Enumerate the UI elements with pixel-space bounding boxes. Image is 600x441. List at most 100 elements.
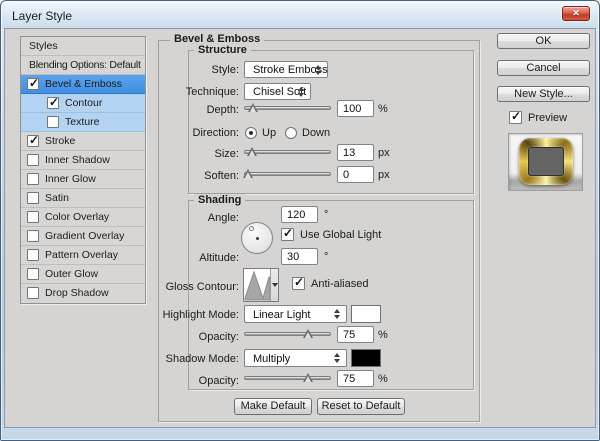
anti-aliased-checkbox[interactable]: ✓ (292, 275, 305, 290)
gloss-contour-label: Gloss Contour: (165, 281, 239, 293)
sidebar-item-gradient-overlay[interactable]: Gradient Overlay (21, 227, 145, 246)
use-global-light-label: Use Global Light (300, 229, 382, 241)
sidebar-item-blending-options[interactable]: Blending Options: Default (21, 56, 145, 75)
shadow-opacity-slider[interactable] (244, 371, 331, 385)
layer-style-dialog: Layer Style ✕ Styles Blending Options: D… (0, 0, 600, 441)
checkbox-pattern-overlay[interactable] (27, 249, 39, 261)
dial-angle-marker[interactable] (249, 226, 254, 231)
highlight-opacity-unit: % (378, 329, 388, 341)
checkbox-contour[interactable]: ✓ (47, 95, 59, 109)
close-icon: ✕ (572, 8, 580, 18)
slider-thumb[interactable] (248, 103, 258, 112)
checkbox-bevel-emboss[interactable]: ✓ (27, 76, 39, 90)
structure-title: Structure (194, 44, 251, 56)
sidebar-item-stroke[interactable]: ✓ Stroke (21, 132, 145, 151)
depth-slider[interactable] (244, 101, 331, 115)
shading-title: Shading (194, 194, 246, 206)
angle-unit: ° (324, 209, 329, 221)
slider-track[interactable] (244, 150, 331, 154)
angle-dial[interactable] (241, 222, 273, 254)
sidebar-item-bevel-emboss[interactable]: ✓ Bevel & Emboss (21, 75, 145, 94)
checkbox-satin[interactable] (27, 192, 39, 204)
altitude-label: Altitude: (199, 252, 239, 264)
style-dropdown[interactable]: Stroke Emboss (244, 61, 328, 78)
preview-gold-bevel (519, 138, 573, 185)
sidebar-item-inner-glow[interactable]: Inner Glow (21, 170, 145, 189)
soften-unit: px (378, 169, 390, 181)
sidebar-item-pattern-overlay[interactable]: Pattern Overlay (21, 246, 145, 265)
slider-thumb[interactable] (247, 147, 257, 156)
checkbox-texture[interactable] (47, 116, 59, 128)
gloss-contour-picker[interactable] (243, 268, 279, 302)
size-input[interactable] (337, 144, 374, 161)
slider-thumb[interactable] (303, 373, 313, 382)
styles-header[interactable]: Styles (21, 37, 145, 56)
direction-label: Direction: (192, 127, 239, 139)
checkbox-gradient-overlay[interactable] (27, 230, 39, 242)
style-preview-thumbnail (508, 133, 583, 191)
highlight-mode-label: Highlight Mode: (162, 309, 239, 321)
slider-thumb[interactable] (243, 169, 253, 178)
soften-label: Soften: (204, 170, 239, 182)
sidebar-item-outer-glow[interactable]: Outer Glow (21, 265, 145, 284)
combo-arrows-icon (334, 353, 341, 363)
preview-label: Preview (528, 112, 568, 124)
direction-down-label: Down (302, 127, 331, 139)
sidebar-item-contour[interactable]: ✓ Contour (21, 94, 145, 113)
highlight-mode-dropdown[interactable]: Linear Light (244, 305, 347, 323)
make-default-button[interactable]: Make Default (234, 398, 312, 415)
checkbox-stroke[interactable]: ✓ (27, 133, 39, 147)
angle-input[interactable] (281, 206, 318, 223)
soften-input[interactable] (337, 166, 374, 183)
contour-thumbnail-icon (244, 269, 271, 301)
slider-track[interactable] (244, 172, 331, 176)
sidebar-item-color-overlay[interactable]: Color Overlay (21, 208, 145, 227)
contour-dropdown-arrow-icon[interactable] (270, 269, 278, 301)
shadow-color-swatch[interactable] (351, 349, 381, 367)
combo-arrows-icon (315, 64, 322, 75)
use-global-light-checkbox[interactable]: ✓ (281, 226, 294, 241)
altitude-input[interactable] (281, 248, 318, 265)
checkbox-color-overlay[interactable] (27, 211, 39, 223)
technique-dropdown[interactable]: Chisel Soft (244, 83, 311, 100)
size-slider[interactable] (244, 145, 331, 159)
sidebar-item-inner-shadow[interactable]: Inner Shadow (21, 151, 145, 170)
angle-label: Angle: (207, 212, 239, 224)
checkbox-drop-shadow[interactable] (27, 287, 39, 299)
close-button[interactable]: ✕ (562, 6, 590, 21)
anti-aliased-label: Anti-aliased (311, 278, 369, 290)
highlight-opacity-label: Opacity: (198, 331, 239, 343)
styles-list: Styles Blending Options: Default ✓ Bevel… (20, 36, 146, 304)
sidebar-item-satin[interactable]: Satin (21, 189, 145, 208)
combo-arrows-icon (298, 86, 305, 97)
shadow-mode-dropdown[interactable]: Multiply (244, 349, 347, 367)
cancel-button[interactable]: Cancel (497, 60, 590, 76)
checkbox-outer-glow[interactable] (27, 268, 39, 280)
slider-thumb[interactable] (303, 329, 313, 338)
slider-track[interactable] (244, 376, 331, 380)
window-title: Layer Style (12, 9, 73, 23)
highlight-opacity-slider[interactable] (244, 327, 331, 341)
depth-unit: % (378, 103, 388, 115)
highlight-color-swatch[interactable] (351, 305, 381, 323)
reset-to-default-button[interactable]: Reset to Default (317, 398, 405, 415)
size-unit: px (378, 147, 390, 159)
shadow-mode-label: Shadow Mode: (165, 353, 239, 365)
technique-label: Technique: (185, 86, 239, 98)
ok-button[interactable]: OK (497, 33, 590, 49)
depth-input[interactable] (337, 100, 374, 117)
highlight-opacity-input[interactable] (337, 326, 374, 343)
direction-down-radio[interactable] (285, 127, 297, 139)
shadow-opacity-unit: % (378, 373, 388, 385)
titlebar[interactable]: Layer Style (2, 2, 598, 29)
direction-up-radio[interactable] (245, 127, 257, 139)
soften-slider[interactable] (243, 167, 331, 181)
preview-checkbox[interactable]: ✓ (509, 109, 522, 124)
checkbox-inner-shadow[interactable] (27, 154, 39, 166)
slider-track[interactable] (244, 332, 331, 336)
sidebar-item-texture[interactable]: Texture (21, 113, 145, 132)
new-style-button[interactable]: New Style... (497, 86, 590, 102)
sidebar-item-drop-shadow[interactable]: Drop Shadow (21, 284, 145, 303)
checkbox-inner-glow[interactable] (27, 173, 39, 185)
shadow-opacity-input[interactable] (337, 370, 374, 387)
